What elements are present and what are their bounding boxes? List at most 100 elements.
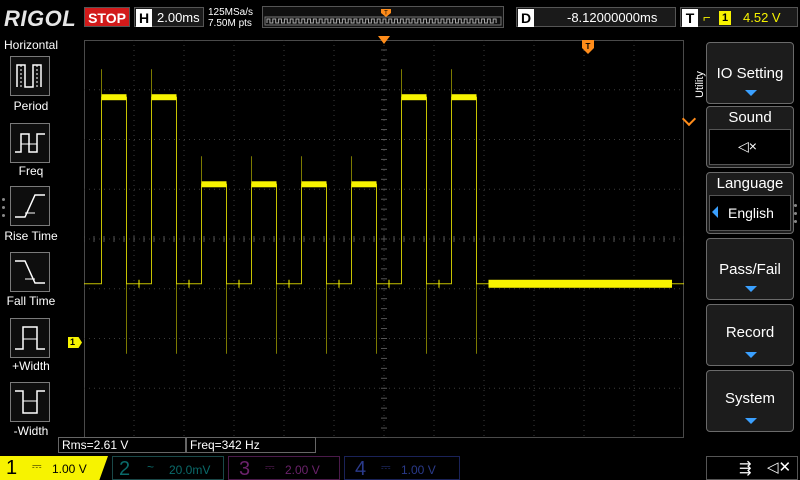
channel4-tab[interactable]: 4 ⎓ 1.00 V: [344, 456, 460, 480]
trace-low-segment: [438, 279, 440, 288]
positive-width-icon: [15, 326, 45, 350]
dc-coupling-icon: ⎓: [381, 460, 391, 474]
period-label: Period: [13, 99, 49, 113]
pass-fail-label: Pass/Fail: [719, 261, 781, 278]
sound-button[interactable]: Sound ◁×: [706, 106, 794, 168]
svg-text:T: T: [586, 42, 591, 51]
trace-pulse-top: [451, 94, 477, 101]
negative-width-icon: [15, 390, 45, 414]
period-icon: [16, 64, 42, 88]
channel-bar: 1 ⎓ 1.00 V 2 ~ 20.0mV 3 ⎓ 2.00 V 4 ⎓ 1.0…: [0, 454, 800, 480]
timebase-value: 2.00ms: [157, 10, 200, 25]
rms-measurement[interactable]: Rms=2.61 V: [58, 437, 186, 453]
trace-pulse-top: [101, 94, 127, 101]
trace-pulse-top: [301, 181, 327, 188]
freq-label: Freq: [18, 164, 44, 178]
sound-label: Sound: [728, 109, 772, 126]
channel1-scale: 1.00 V: [52, 462, 87, 476]
system-button[interactable]: System: [706, 370, 794, 432]
dc-coupling-icon: ⎓: [265, 460, 275, 474]
language-label: Language: [716, 175, 784, 192]
language-button[interactable]: Language English: [706, 172, 794, 234]
trace-low-segment: [188, 279, 190, 288]
channel1-tab[interactable]: 1 ⎓ 1.00 V: [0, 456, 108, 480]
negative-width-label: -Width: [13, 424, 49, 438]
fall-time-button[interactable]: [10, 252, 50, 292]
rise-time-button[interactable]: [10, 186, 50, 226]
trace-low-segment: [338, 279, 340, 288]
channel3-tab[interactable]: 3 ⎓ 2.00 V: [228, 456, 340, 480]
trigger-level: 4.52 V: [743, 10, 781, 25]
fall-time-icon: [15, 260, 45, 284]
record-button[interactable]: Record: [706, 304, 794, 366]
measure-sidebar: Horizontal Period Freq Rise Time Fall Ti…: [0, 36, 62, 454]
waveform-display[interactable]: [84, 40, 684, 438]
trace-pulse-top: [251, 181, 277, 188]
submenu-arrow-icon: [745, 90, 757, 96]
submenu-arrow-icon: [745, 418, 757, 424]
channel3-number: 3: [239, 458, 251, 480]
delay-letter: D: [518, 9, 534, 27]
rising-edge-icon: ⌐: [703, 10, 711, 25]
brand-logo: RIGOL: [4, 6, 77, 31]
run-stop-status[interactable]: STOP: [84, 7, 130, 27]
positive-width-button[interactable]: [10, 318, 50, 358]
negative-width-button[interactable]: [10, 382, 50, 422]
trigger-source: 1: [719, 11, 731, 25]
memory-depth: 7.50M pts: [208, 18, 252, 29]
system-label: System: [724, 390, 775, 407]
fall-time-label: Fall Time: [6, 294, 56, 308]
timebase-box[interactable]: H 2.00ms: [134, 7, 204, 27]
freq-measurement[interactable]: Freq=342 Hz: [186, 437, 316, 453]
timebase-letter: H: [136, 9, 152, 27]
trace-pulse-top: [151, 94, 177, 101]
trace-pulse-top: [201, 181, 227, 188]
trigger-letter: T: [682, 9, 698, 27]
trigger-t-marker: T: [582, 40, 594, 54]
channel1-number: 1: [6, 457, 18, 479]
scroll-dot: [794, 220, 797, 223]
trigger-position-marker: [378, 36, 390, 44]
language-value-box: English: [709, 195, 791, 231]
trace-pulse-top: [351, 181, 377, 188]
submenu-arrow-icon: [745, 352, 757, 358]
scroll-dot: [794, 212, 797, 215]
trigger-box[interactable]: T ⌐ 1 4.52 V: [680, 7, 798, 27]
sample-rate: 125MSa/s: [208, 7, 254, 18]
rise-time-icon: [15, 194, 45, 218]
scroll-dot: [2, 198, 5, 201]
io-setting-button[interactable]: IO Setting: [706, 42, 794, 104]
language-value: English: [728, 205, 774, 221]
channel1-offset-marker[interactable]: 1: [68, 337, 82, 348]
trace-low-segment: [138, 279, 140, 288]
scroll-dot: [2, 214, 5, 217]
channel2-tab[interactable]: 2 ~ 20.0mV: [112, 456, 224, 480]
positive-width-label: +Width: [12, 359, 50, 373]
trace-low-segment: [238, 279, 240, 288]
record-label: Record: [725, 324, 775, 341]
freq-icon: [15, 133, 45, 153]
scroll-dot: [2, 206, 5, 209]
menu-header: Utility: [694, 71, 706, 98]
trigger-delay-box[interactable]: D -8.12000000ms: [516, 7, 676, 27]
trace-low-segment: [488, 279, 672, 288]
io-setting-label: IO Setting: [716, 65, 784, 82]
submenu-arrow-icon: [745, 286, 757, 292]
freq-button[interactable]: [10, 123, 50, 163]
svg-text:T: T: [384, 11, 388, 17]
channel2-scale: 20.0mV: [169, 463, 211, 477]
pass-fail-button[interactable]: Pass/Fail: [706, 238, 794, 300]
top-status-bar: RIGOL STOP H 2.00ms 125MSa/s 7.50M pts T…: [0, 0, 800, 34]
ac-coupling-icon: ~: [147, 460, 155, 474]
sound-value-box: ◁×: [709, 129, 791, 165]
rise-time-label: Rise Time: [4, 229, 58, 243]
channel3-scale: 2.00 V: [285, 463, 320, 477]
channel2-number: 2: [119, 458, 131, 480]
status-icons: ⇶ ◁✕: [706, 456, 798, 480]
period-button[interactable]: [10, 56, 50, 96]
delay-value: -8.12000000ms: [567, 10, 658, 25]
measure-category-title[interactable]: Horizontal: [0, 38, 62, 52]
trace-low-segment: [288, 279, 290, 288]
memory-overview[interactable]: T: [262, 6, 504, 28]
scroll-dot: [794, 204, 797, 207]
